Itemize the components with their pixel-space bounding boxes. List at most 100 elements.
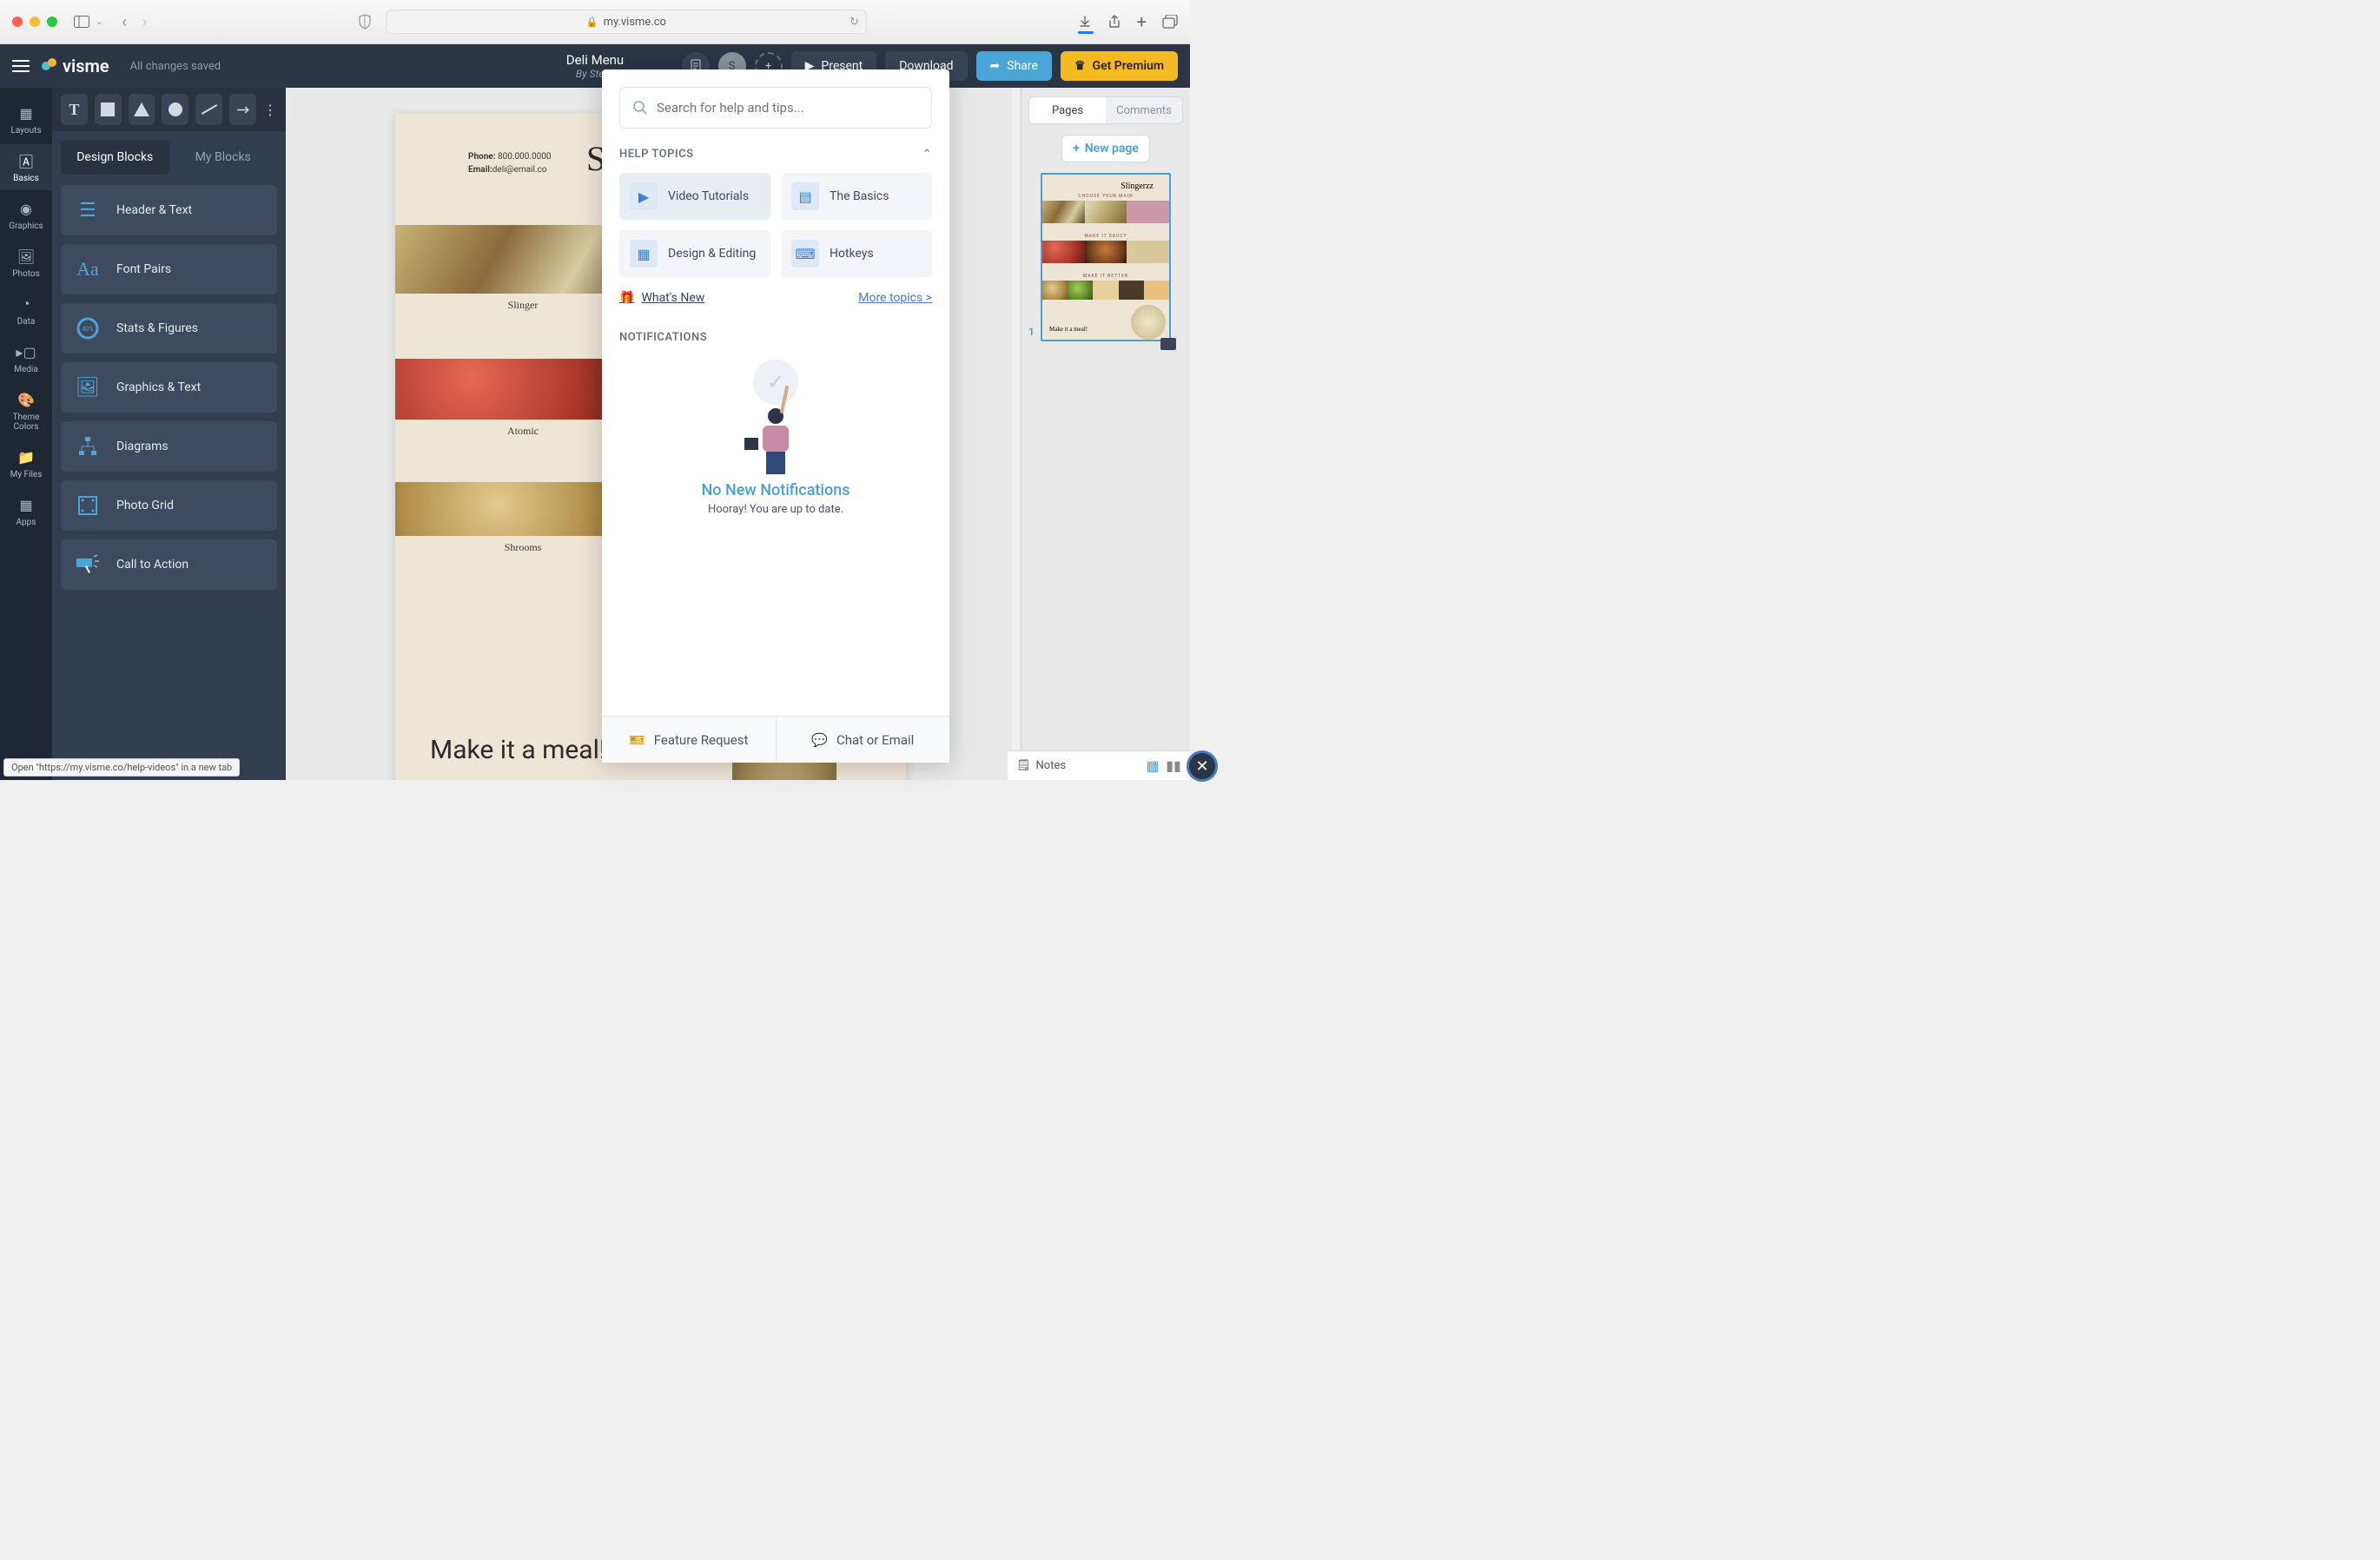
share-arrow-icon: ➦	[990, 59, 1001, 73]
page-number: 1	[1028, 326, 1035, 338]
rail-my-files[interactable]: 📁My Files	[0, 440, 52, 486]
help-popover: HELP TOPICS ⌃ ▶Video Tutorials ▤The Basi…	[602, 69, 949, 763]
notes-button[interactable]: 🗒Notes	[1016, 759, 1066, 772]
sidebar-toggle-icon[interactable]	[73, 13, 90, 30]
privacy-shield-icon[interactable]	[358, 14, 372, 30]
save-status: All changes saved	[130, 60, 221, 73]
text-tool[interactable]: T	[61, 94, 88, 125]
rail-data[interactable]: ◔Data	[0, 288, 52, 334]
app-header: visme All changes saved Deli Menu By Ste…	[0, 44, 1190, 88]
stats-icon: 40%	[73, 314, 102, 343]
chat-email-button[interactable]: 💬Chat or Email	[777, 717, 950, 763]
share-icon[interactable]	[1107, 14, 1121, 30]
topic-hotkeys[interactable]: ⌨Hotkeys	[781, 230, 932, 277]
graphics-text-icon: 🖼	[73, 373, 102, 402]
transition-badge-icon[interactable]	[1160, 338, 1176, 350]
diagrams-icon	[73, 432, 102, 461]
rail-layouts[interactable]: ▦Layouts	[0, 96, 52, 142]
close-popover-button[interactable]: ✕	[1187, 750, 1218, 782]
feature-request-button[interactable]: 🎫Feature Request	[602, 717, 777, 763]
rail-photos[interactable]: 🖼Photos	[0, 240, 52, 286]
rail-graphics[interactable]: ◉Graphics	[0, 192, 52, 238]
arrow-tool[interactable]: ↗	[229, 94, 256, 125]
tab-pages[interactable]: Pages	[1029, 97, 1106, 123]
line-tool[interactable]	[195, 94, 222, 125]
topic-design-editing[interactable]: ▦Design & Editing	[619, 230, 770, 277]
grid-view-icon[interactable]: ▦	[1145, 758, 1160, 774]
rail-media[interactable]: ▸▢Media	[0, 335, 52, 381]
url-bar[interactable]: 🔒 my.visme.co ↻	[386, 10, 867, 34]
meal-tagline[interactable]: Make it a meal!♥	[430, 735, 625, 765]
new-page-button[interactable]: +New page	[1061, 135, 1150, 162]
more-topics-link[interactable]: More topics >	[858, 291, 932, 305]
list-view-icon[interactable]: ▮▮	[1166, 758, 1181, 774]
block-font-pairs[interactable]: AaFont Pairs	[61, 244, 277, 294]
apps-icon: ▦	[17, 495, 36, 514]
browser-toolbar: ⌄ ‹ › 🔒 my.visme.co ↻ +	[0, 0, 1190, 44]
video-icon: ▶	[630, 182, 658, 210]
rectangle-tool[interactable]	[95, 94, 122, 125]
lock-icon: 🔒	[586, 17, 598, 28]
get-premium-button[interactable]: ♛ Get Premium	[1061, 51, 1178, 81]
block-call-to-action[interactable]: Call to Action	[61, 539, 277, 590]
contact-block[interactable]: Phone: 800.000.0000 Email:deli@email.co	[468, 150, 551, 176]
person-illustration	[757, 408, 795, 469]
visme-logo[interactable]: visme	[42, 56, 109, 76]
block-header-text[interactable]: ☰Header & Text	[61, 185, 277, 235]
page-thumbnail[interactable]: Slingerzz CHOOSE YOUR MAIN MAKE IT SAUCY…	[1041, 173, 1171, 341]
back-icon[interactable]: ‹	[122, 13, 126, 31]
more-tools-icon[interactable]: ⋮	[263, 94, 277, 125]
basics-icon: 🄰	[17, 151, 36, 170]
help-search[interactable]	[619, 87, 932, 129]
notifications-empty-state: ✓ No New Notifications Hooray! You are u…	[619, 365, 932, 516]
topic-video-tutorials[interactable]: ▶Video Tutorials	[619, 173, 770, 220]
downloads-icon[interactable]	[1078, 15, 1092, 29]
help-topics-heading: HELP TOPICS	[619, 148, 694, 161]
font-pairs-icon: Aa	[73, 254, 102, 284]
tab-design-blocks[interactable]: Design Blocks	[61, 140, 169, 175]
triangle-tool[interactable]	[129, 94, 155, 125]
close-window-icon[interactable]	[12, 17, 23, 27]
help-search-input[interactable]	[657, 100, 919, 116]
rail-basics[interactable]: 🄰Basics	[0, 144, 52, 190]
share-button[interactable]: ➦ Share	[976, 51, 1052, 81]
header-text-icon: ☰	[73, 195, 102, 225]
layouts-icon: ▦	[17, 103, 36, 122]
tab-my-blocks[interactable]: My Blocks	[169, 140, 278, 175]
media-icon: ▸▢	[17, 342, 36, 361]
rail-apps[interactable]: ▦Apps	[0, 488, 52, 534]
topic-basics[interactable]: ▤The Basics	[781, 173, 932, 220]
rail-theme-colors[interactable]: 🎨Theme Colors	[0, 383, 52, 439]
minimize-window-icon[interactable]	[30, 17, 40, 27]
new-tab-icon[interactable]: +	[1137, 11, 1147, 32]
traffic-lights	[12, 17, 57, 27]
chat-icon: 💬	[811, 732, 828, 748]
reload-icon[interactable]: ↻	[850, 16, 859, 29]
block-diagrams[interactable]: Diagrams	[61, 421, 277, 472]
whats-new-link[interactable]: 🎁What's New	[619, 291, 704, 305]
maximize-window-icon[interactable]	[47, 17, 57, 27]
collapse-icon[interactable]: ⌃	[922, 148, 932, 161]
url-text: my.visme.co	[604, 16, 666, 29]
graphics-icon: ◉	[17, 199, 36, 218]
menu-icon[interactable]	[12, 60, 30, 72]
photos-icon: 🖼	[17, 247, 36, 266]
status-bar-link: Open "https://my.visme.co/help-videos" i…	[3, 758, 240, 777]
block-graphics-text[interactable]: 🖼Graphics & Text	[61, 362, 277, 413]
checkmark-icon: ✓	[753, 360, 798, 405]
plus-icon: +	[1073, 142, 1080, 155]
search-icon	[632, 100, 648, 116]
tabs-overview-icon[interactable]	[1162, 15, 1178, 29]
keyboard-icon: ⌨	[791, 240, 819, 268]
svg-text:40%: 40%	[83, 326, 94, 333]
circle-tool[interactable]	[162, 94, 188, 125]
gift-icon: 🎁	[619, 291, 634, 305]
block-stats-figures[interactable]: 40%Stats & Figures	[61, 303, 277, 354]
notifications-heading: NOTIFICATIONS	[619, 331, 707, 344]
bottom-bar: 🗒Notes ▦ ▮▮	[1008, 750, 1190, 780]
forward-icon[interactable]: ›	[142, 13, 147, 31]
block-photo-grid[interactable]: Photo Grid	[61, 480, 277, 531]
tab-comments[interactable]: Comments	[1106, 97, 1182, 123]
photo-grid-icon	[73, 491, 102, 520]
chevron-down-icon[interactable]: ⌄	[96, 17, 102, 27]
